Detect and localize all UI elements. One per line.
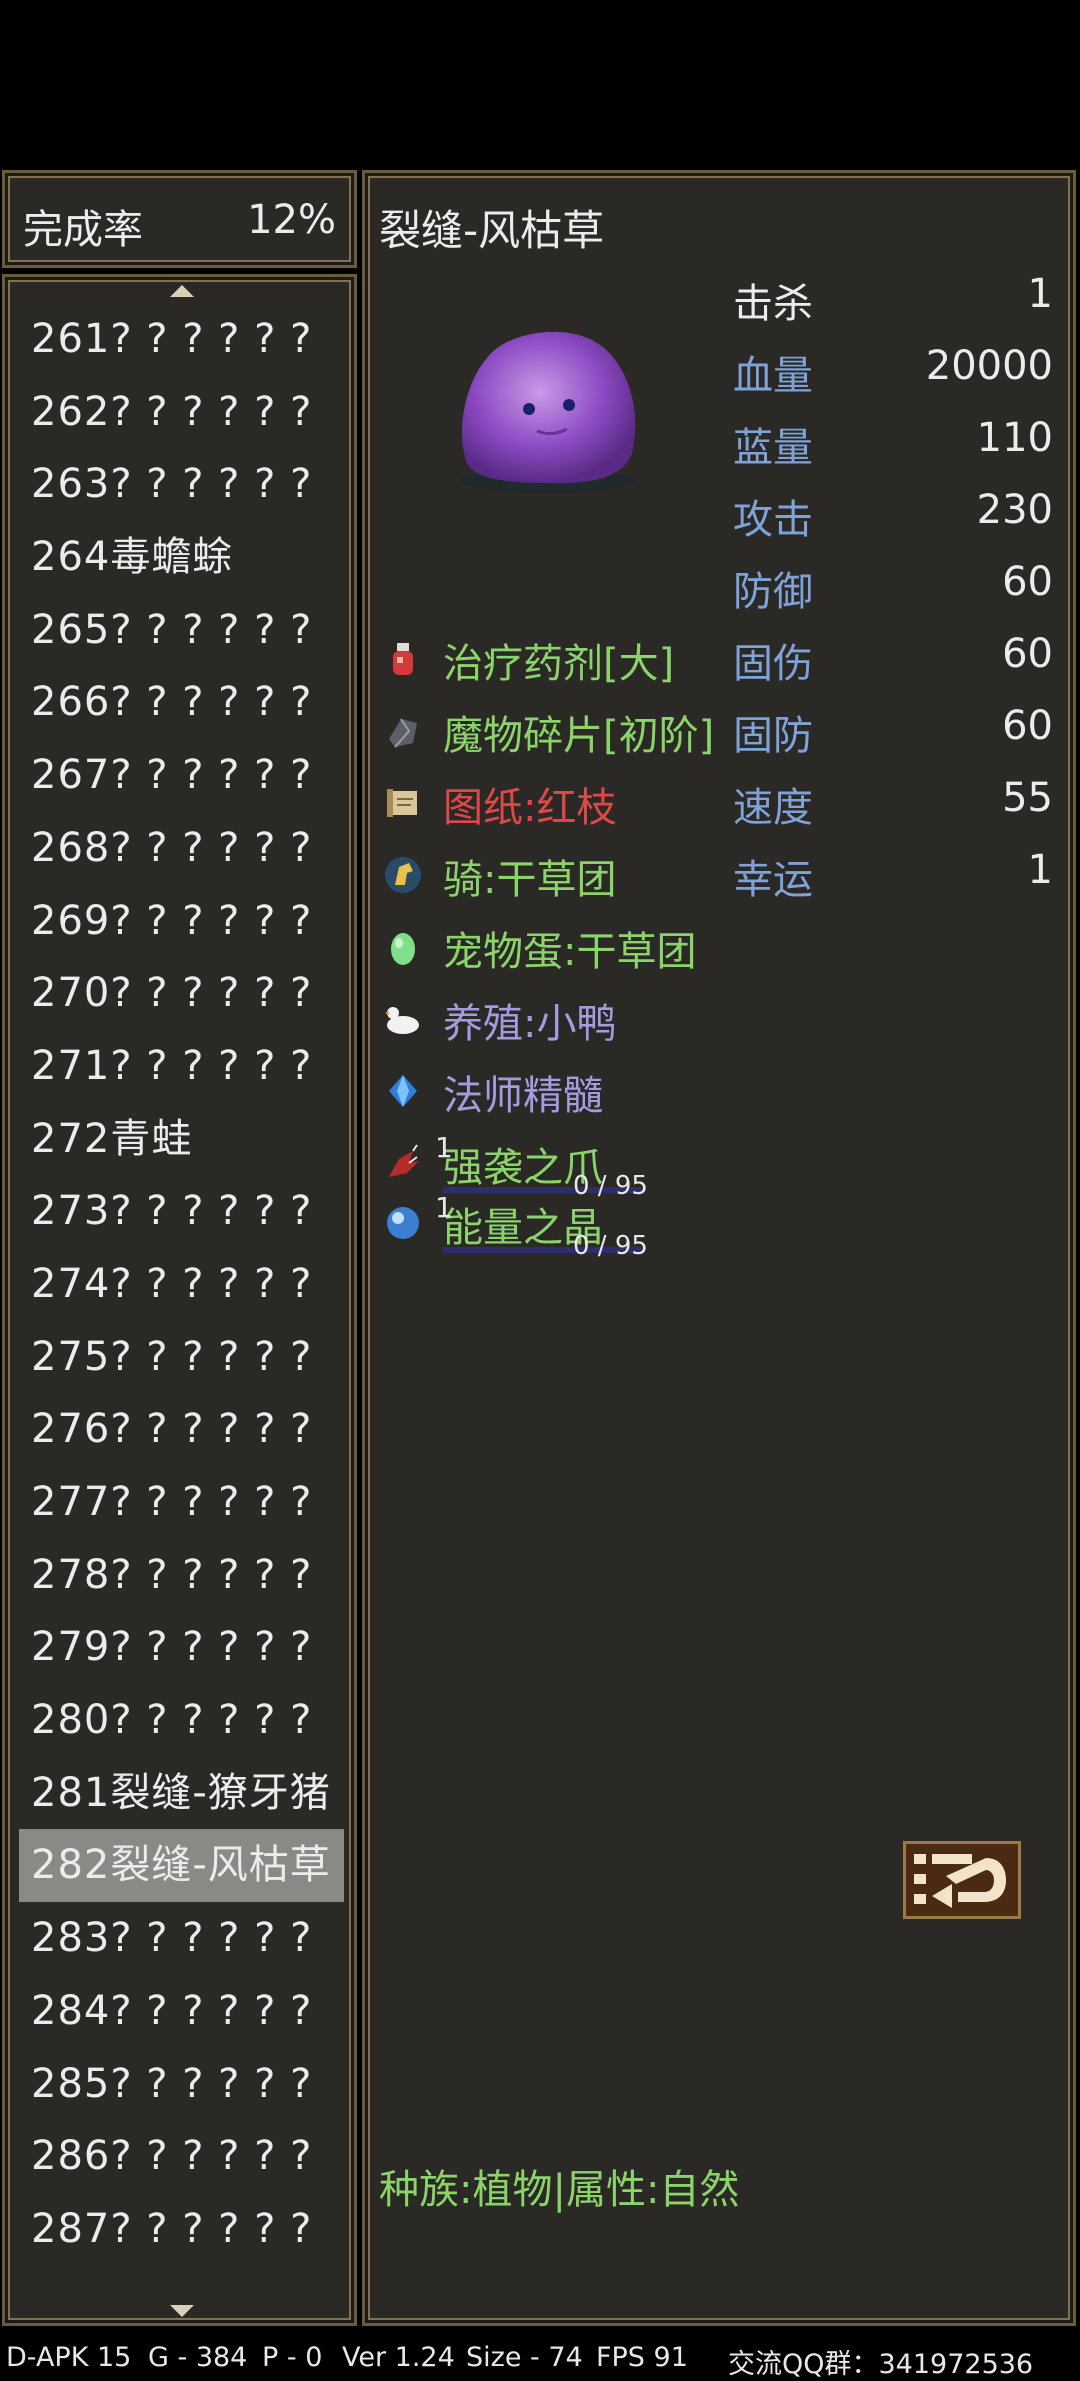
stat-value: 60 xyxy=(1002,631,1053,677)
list-item[interactable]: 270? ? ? ? ? ? xyxy=(19,957,344,1030)
drop-label: 宠物蛋:干草团 xyxy=(443,929,697,975)
size-value: Size - 74 xyxy=(466,2342,583,2373)
stat-row: 血量 20000 xyxy=(733,343,1053,403)
list-item[interactable]: 284? ? ? ? ? ? xyxy=(19,1975,344,2048)
menu-toggle-button[interactable] xyxy=(903,1841,1021,1919)
stat-value: 1 xyxy=(1027,271,1053,317)
game-version: Ver 1.24 xyxy=(342,2342,455,2373)
stat-label: 血量 xyxy=(733,353,813,399)
monster-list[interactable]: 261? ? ? ? ? ? 262? ? ? ? ? ? 263? ? ? ? ?… xyxy=(19,303,344,2266)
list-item[interactable]: 279? ? ? ? ? ? xyxy=(19,1611,344,1684)
stat-value: 110 xyxy=(976,415,1053,461)
list-item[interactable]: 271? ? ? ? ? ? xyxy=(19,1030,344,1103)
fps-value: FPS 91 xyxy=(596,2342,688,2373)
list-item[interactable]: 280? ? ? ? ? ? xyxy=(19,1684,344,1757)
stat-label: 击杀 xyxy=(733,281,813,327)
stat-label: 攻击 xyxy=(733,497,813,543)
drop-item[interactable]: 骑:干草团 xyxy=(383,847,803,907)
drop-label: 法师精髓 xyxy=(443,1073,603,1119)
stat-row: 击杀 1 xyxy=(733,271,1053,331)
list-item[interactable]: 277? ? ? ? ? ? xyxy=(19,1466,344,1539)
list-item[interactable]: 274? ? ? ? ? ? xyxy=(19,1248,344,1321)
completion-value: 12% xyxy=(247,197,336,243)
stat-value: 60 xyxy=(1002,703,1053,749)
list-item[interactable]: 272青蛙 xyxy=(19,1103,344,1176)
list-item[interactable]: 266? ? ? ? ? ? xyxy=(19,666,344,739)
completion-panel: 完成率 12% xyxy=(2,170,357,268)
potion-icon xyxy=(383,639,423,679)
drop-item[interactable]: 养殖:小鸭 xyxy=(383,991,803,1051)
list-item[interactable]: 287? ? ? ? ? ? xyxy=(19,2193,344,2266)
stat-label: 蓝量 xyxy=(733,425,813,471)
list-item[interactable]: 262? ? ? ? ? ? xyxy=(19,376,344,449)
drop-item[interactable]: 强袭之爪 1 0 / 95 xyxy=(383,1131,803,1201)
stat-row: 攻击 230 xyxy=(733,487,1053,547)
list-item[interactable]: 261? ? ? ? ? ? xyxy=(19,303,344,376)
orb-icon xyxy=(383,1203,423,1243)
stat-value: 20000 xyxy=(925,343,1053,389)
list-item[interactable]: 263? ? ? ? ? ? xyxy=(19,448,344,521)
drop-item[interactable]: 治疗药剂[大] xyxy=(383,631,803,691)
list-item[interactable]: 269? ? ? ? ? ? xyxy=(19,885,344,958)
list-item[interactable]: 273? ? ? ? ? ? xyxy=(19,1175,344,1248)
drop-item[interactable]: 宠物蛋:干草团 xyxy=(383,919,803,979)
gold-count: G - 384 xyxy=(148,2342,248,2373)
stat-row: 防御 60 xyxy=(733,559,1053,619)
stat-label: 防御 xyxy=(733,569,813,615)
drop-item[interactable]: 法师精髓 xyxy=(383,1063,803,1123)
drop-item[interactable]: 魔物碎片[初阶] xyxy=(383,703,803,763)
drop-count-mark: 1 xyxy=(435,1191,453,1224)
drop-count-mark: 1 xyxy=(435,1131,453,1164)
list-item[interactable]: 281裂缝-獠牙猪 xyxy=(19,1757,344,1830)
collection-progress-text: 0 / 95 xyxy=(573,1231,648,1261)
stat-value: 55 xyxy=(1002,775,1053,821)
horse-icon xyxy=(383,855,423,895)
drop-item[interactable]: 能量之晶 1 0 / 95 xyxy=(383,1191,803,1261)
list-item[interactable]: 264毒蟾蜍 xyxy=(19,521,344,594)
list-item[interactable]: 286? ? ? ? ? ? xyxy=(19,2120,344,2193)
monster-sprite xyxy=(459,331,636,493)
race-attribute-text: 种族:植物|属性:自然 xyxy=(379,2167,740,2213)
scroll-icon xyxy=(383,783,423,823)
list-item[interactable]: 282裂缝-风枯草 xyxy=(19,1829,344,1903)
drop-label: 魔物碎片[初阶] xyxy=(443,713,715,759)
list-item[interactable]: 285? ? ? ? ? ? xyxy=(19,2048,344,2121)
list-item[interactable]: 267? ? ? ? ? ? xyxy=(19,739,344,812)
stat-value: 230 xyxy=(976,487,1053,533)
drop-item[interactable]: 图纸:红枝 xyxy=(383,775,803,835)
list-item[interactable]: 283? ? ? ? ? ? xyxy=(19,1902,344,1975)
list-item[interactable]: 265? ? ? ? ? ? xyxy=(19,594,344,667)
drop-label: 骑:干草团 xyxy=(443,857,617,903)
stat-value: 1 xyxy=(1027,847,1053,893)
list-item[interactable]: 268? ? ? ? ? ? xyxy=(19,812,344,885)
completion-label: 完成率 xyxy=(23,207,143,253)
drop-label: 图纸:红枝 xyxy=(443,785,617,831)
apk-version: D-APK 15 xyxy=(6,2342,132,2373)
egg-icon xyxy=(383,927,423,967)
duck-icon xyxy=(383,999,423,1039)
drop-label: 治疗药剂[大] xyxy=(443,641,675,687)
scroll-down-icon[interactable] xyxy=(170,2305,194,2317)
stat-row: 蓝量 110 xyxy=(733,415,1053,475)
monster-list-panel[interactable]: 261? ? ? ? ? ? 262? ? ? ? ? ? 263? ? ? ? ?… xyxy=(2,274,357,2326)
shard-icon xyxy=(383,711,423,751)
list-item[interactable]: 278? ? ? ? ? ? xyxy=(19,1539,344,1612)
monster-detail-panel: 裂缝-风枯草 击杀 1 血量 20000 蓝量 110 攻击 230 防御 60 固伤 60 固防 60 速… xyxy=(362,170,1076,2326)
scroll-up-icon[interactable] xyxy=(170,285,194,297)
menu-return-icon xyxy=(914,1854,1006,1908)
monster-title: 裂缝-风枯草 xyxy=(379,206,605,255)
list-item[interactable]: 276? ? ? ? ? ? xyxy=(19,1393,344,1466)
p-count: P - 0 xyxy=(262,2342,323,2373)
gem-icon xyxy=(383,1071,423,1111)
stat-value: 60 xyxy=(1002,559,1053,605)
list-item[interactable]: 275? ? ? ? ? ? xyxy=(19,1321,344,1394)
drop-label: 养殖:小鸭 xyxy=(443,1001,617,1047)
claw-icon xyxy=(383,1143,423,1183)
qq-group: 交流QQ群：341972536 xyxy=(728,2349,1034,2380)
debug-status-bar: D-APK 15 G - 384 P - 0 Ver 1.24 Size - 7… xyxy=(0,2336,1080,2380)
